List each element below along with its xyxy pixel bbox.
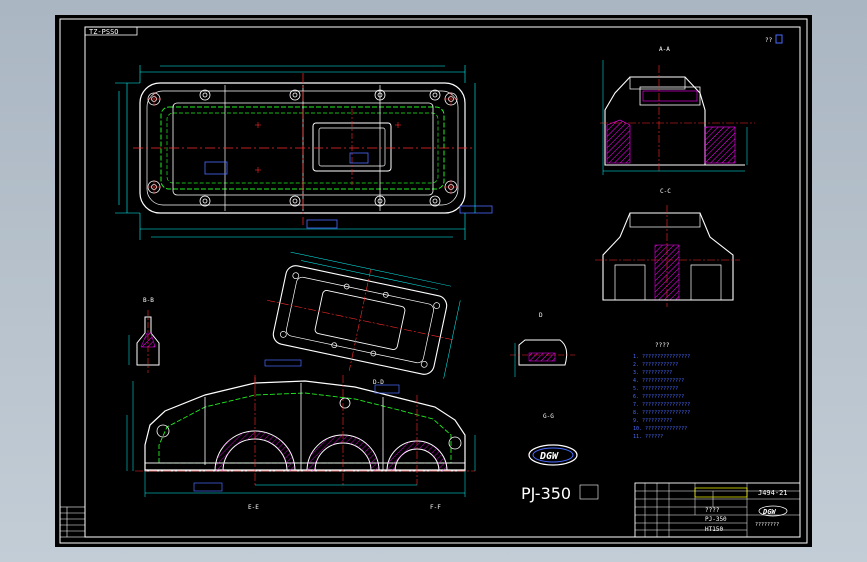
note-line: 5. ???????????? [633, 386, 678, 392]
top-view[interactable] [115, 65, 493, 240]
note-line: 4. ?????????????? [633, 378, 684, 384]
title-name: ???? [705, 507, 720, 514]
note-line: 7. ???????????????? [633, 402, 690, 408]
note-line: 9. ?????????? [633, 418, 672, 424]
drawing-sheet[interactable]: TZ-PSSO ?? A-A C-C B-B D D-D E-E F-F G-G… [55, 15, 812, 547]
title-model: PJ-350 [705, 516, 727, 523]
label-section-aa: A-A [659, 46, 670, 53]
logo-text: DGW [539, 451, 559, 462]
title-drawing-no: J494-21 [758, 489, 788, 497]
model-box [579, 484, 599, 500]
title-block: J494-21 ???? PJ-350 HT150 DGW ???????? [634, 482, 801, 538]
top-tag: TZ-PSSO [89, 28, 119, 36]
model-text: PJ-350 [521, 484, 571, 503]
section-aa-view[interactable] [600, 60, 755, 175]
note-line: 11. ?????? [633, 434, 663, 440]
note-line: 6. ?????????????? [633, 394, 684, 400]
title-company-logo: DGW [762, 508, 776, 516]
note-line: 10. ?????????????? [633, 426, 687, 432]
label-section-gg: G-G [543, 413, 554, 420]
outer-frame [59, 18, 808, 544]
label-section-ff: F-F [430, 504, 441, 511]
front-view[interactable] [126, 359, 476, 497]
section-bb-view[interactable] [128, 310, 160, 373]
corner-mark-box [775, 34, 783, 44]
label-section-bb: B-B [143, 297, 154, 304]
label-section-ee: E-E [248, 504, 259, 511]
corner-mark: ?? [765, 37, 773, 44]
inspection-cover-view[interactable] [256, 249, 463, 390]
note-line: 1. ???????????????? [633, 354, 690, 360]
title-company: ???????? [755, 522, 779, 528]
note-line: 2. ???????????? [633, 362, 678, 368]
label-detail-d: D [539, 312, 543, 319]
note-line: 8. ???????????????? [633, 410, 690, 416]
label-section-cc: C-C [660, 188, 671, 195]
section-cc-view[interactable] [595, 205, 740, 307]
title-material: HT150 [705, 526, 723, 533]
left-margin-table [59, 506, 86, 538]
label-section-dd: D-D [373, 379, 384, 386]
technical-notes: ???? 1. ???????????????? 2. ???????????? 3… [633, 342, 690, 440]
detail-d-view[interactable] [510, 339, 575, 377]
dgw-logo: DGW [528, 444, 578, 466]
notes-title: ???? [655, 342, 670, 349]
note-line: 3. ?????????? [633, 370, 672, 376]
cad-viewport[interactable]: TZ-PSSO ?? A-A C-C B-B D D-D E-E F-F G-G… [0, 0, 867, 562]
drawing-canvas: TZ-PSSO ?? A-A C-C B-B D D-D E-E F-F G-G… [59, 18, 808, 544]
